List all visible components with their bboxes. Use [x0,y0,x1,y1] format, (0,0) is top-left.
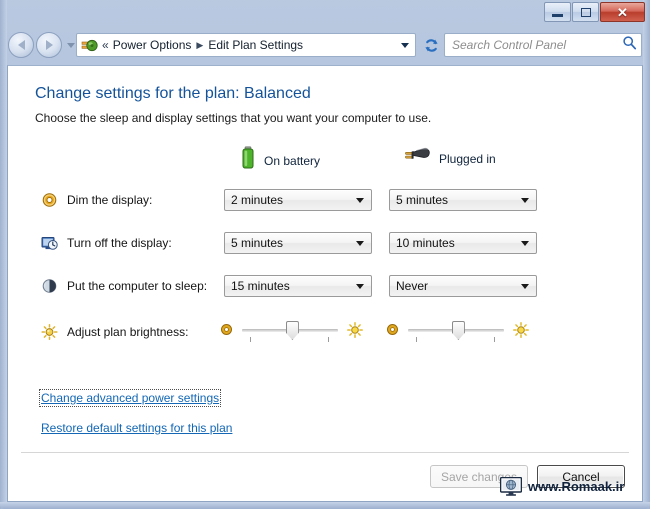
chevron-down-icon [521,283,529,289]
page-title: Change settings for the plan: Balanced [35,85,311,102]
button-bar-separator [21,452,629,453]
maximize-button[interactable] [572,2,599,22]
setting-row-sleep: Put the computer to sleep: 15 minutes Ne… [8,272,642,300]
breadcrumb-separator-icon[interactable]: ▶ [196,40,203,50]
breadcrumb-item-power-options[interactable]: Power Options [113,38,192,52]
globe-monitor-icon [499,476,523,496]
maximize-icon [580,7,591,17]
recent-pages-chevron-down-icon[interactable] [67,42,75,48]
slider-tick [250,337,251,342]
turn-off-display-plugged-in-combobox[interactable]: 10 minutes [389,232,537,254]
search-icon[interactable] [622,35,637,55]
column-header-label: Plugged in [439,151,496,166]
slider-thumb[interactable] [285,321,299,340]
setting-row-label: Put the computer to sleep: [67,279,208,293]
dim-brightness-icon [220,323,233,341]
combobox-value: 5 minutes [231,236,284,250]
watermark-text: www.Romaak.ir [528,479,625,494]
chevron-down-icon [521,240,529,246]
window-controls: ✕ [544,2,645,22]
sleep-plugged-in-combobox[interactable]: Never [389,275,537,297]
brightness-slider-plugged-in[interactable] [408,320,504,344]
back-arrow-icon [17,40,25,50]
turn-off-display-icon [41,235,58,252]
column-header-on-battery: On battery [240,146,320,175]
combobox-value: 15 minutes [231,279,290,293]
window-frame-left [0,0,7,509]
sleep-icon [41,278,58,295]
window-frame-bottom [0,502,650,509]
dim-display-plugged-in-combobox[interactable]: 5 minutes [389,189,537,211]
setting-row-label: Adjust plan brightness: [67,325,189,339]
dim-display-on-battery-combobox[interactable]: 2 minutes [224,189,372,211]
slider-thumb[interactable] [451,321,465,340]
power-options-icon [81,37,98,54]
chevron-down-icon [356,240,364,246]
breadcrumb-item-edit-plan-settings[interactable]: Edit Plan Settings [208,38,303,52]
address-bar[interactable]: « Power Options ▶ Edit Plan Settings [76,33,416,57]
sleep-on-battery-combobox[interactable]: 15 minutes [224,275,372,297]
combobox-value: 10 minutes [396,236,455,250]
breadcrumb-overflow-icon[interactable]: « [102,39,109,51]
forward-arrow-icon [45,40,53,50]
dim-brightness-icon [386,323,399,341]
dim-display-icon [41,192,58,209]
slider-tick [416,337,417,342]
chevron-down-icon [521,197,529,203]
combobox-value: Never [396,279,429,293]
nav-arrow-group [8,32,75,58]
minimize-icon [552,13,563,17]
back-button[interactable] [8,32,34,58]
title-bar: ✕ [0,0,650,27]
close-button[interactable]: ✕ [600,2,645,22]
brightness-slider-on-battery-group [220,319,363,345]
turn-off-display-on-battery-combobox[interactable]: 5 minutes [224,232,372,254]
setting-row-label: Dim the display: [67,193,153,207]
chevron-down-icon [356,283,364,289]
combobox-value: 5 minutes [396,193,449,207]
slider-tick [328,337,329,342]
column-header-label: On battery [264,153,321,168]
forward-button[interactable] [36,32,62,58]
refresh-button[interactable] [420,33,442,57]
search-box[interactable]: Search Control Panel [444,33,642,57]
window-frame-right [643,0,650,509]
power-plug-icon [403,146,431,171]
combobox-value: 2 minutes [231,193,284,207]
client-area: Change settings for the plan: Balanced C… [7,65,643,502]
brightness-slider-plugged-in-group [386,319,529,345]
refresh-icon [424,38,438,52]
brightness-icon [41,323,58,341]
address-chevron-down-icon[interactable] [401,42,409,48]
setting-row-dim-display: Dim the display: 2 minutes 5 minutes [8,186,642,214]
search-input[interactable]: Search Control Panel [452,38,622,52]
setting-row-brightness: Adjust plan brightness: [8,315,642,349]
slider-tick [494,337,495,342]
setting-row-turn-off-display: Turn off the display: 5 minutes 10 minut… [8,229,642,257]
power-options-window: ✕ « Power Options ▶ Edit Plan Settings S… [0,0,650,509]
page-subtitle: Choose the sleep and display settings th… [35,111,432,125]
change-advanced-power-settings-link[interactable]: Change advanced power settings [38,389,222,407]
battery-icon [240,146,256,175]
setting-row-label: Turn off the display: [67,236,172,250]
column-header-plugged-in: Plugged in [403,146,496,171]
bright-sun-icon [347,321,363,343]
close-icon: ✕ [617,4,628,20]
navigation-bar: « Power Options ▶ Edit Plan Settings Sea… [0,27,650,65]
restore-default-settings-link[interactable]: Restore default settings for this plan [41,421,232,435]
watermark: www.Romaak.ir [499,476,625,496]
bright-sun-icon [513,321,529,343]
chevron-down-icon [356,197,364,203]
brightness-slider-on-battery[interactable] [242,320,338,344]
minimize-button[interactable] [544,2,571,22]
